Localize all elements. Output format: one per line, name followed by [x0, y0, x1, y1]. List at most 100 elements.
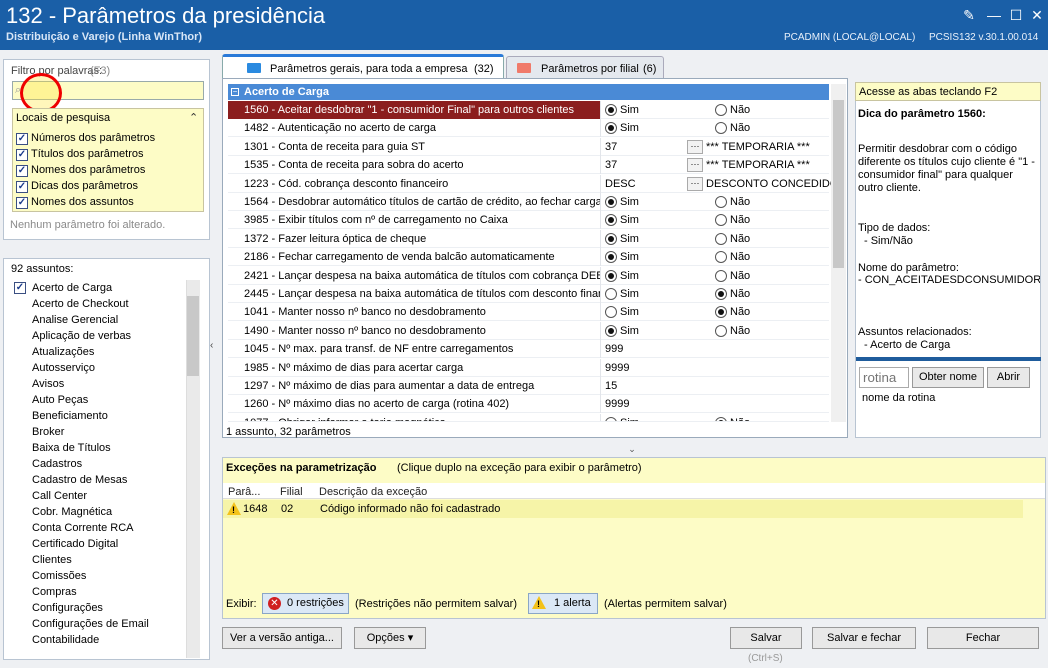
table-row[interactable]: 1564 - Desdobrar automático títulos de c… [228, 193, 829, 211]
radio-no[interactable] [715, 324, 727, 337]
param-value-cell[interactable]: 15 [600, 377, 829, 395]
search-location-checkbox[interactable]: ✓ [16, 165, 28, 177]
list-item[interactable]: Avisos [12, 376, 185, 392]
param-value-cell[interactable]: Sim Não [600, 321, 829, 340]
param-value-cell[interactable]: 37 ··· *** TEMPORARIA *** [600, 156, 829, 175]
param-value-cell[interactable]: 37 ··· *** TEMPORARIA *** [600, 137, 829, 156]
radio-yes[interactable] [605, 288, 617, 300]
table-row[interactable]: 3985 - Exibir títulos com nº de carregam… [228, 211, 829, 230]
list-item[interactable]: Contabilidade [12, 632, 185, 648]
collapse-left-icon[interactable]: ‹ [210, 340, 218, 370]
list-item[interactable]: Clientes [12, 552, 185, 568]
maximize-icon[interactable]: ☐ [1007, 6, 1025, 24]
param-value-cell[interactable]: Sim Não [600, 211, 829, 230]
tab-branch-params[interactable]: Parâmetros por filial (6) [506, 56, 664, 78]
table-row[interactable]: 1648 02 Código informado não foi cadastr… [223, 500, 1023, 518]
param-value-cell[interactable]: Sim Não [600, 248, 829, 267]
param-value-cell[interactable]: Sim Não [600, 229, 829, 248]
list-item[interactable]: Configurações de Email [12, 616, 185, 632]
table-row[interactable]: 1372 - Fazer leitura óptica de cheque Sim… [228, 229, 829, 248]
table-row[interactable]: 1535 - Conta de receita para sobra do ac… [228, 156, 829, 175]
search-location-checkbox[interactable]: ✓ [16, 149, 28, 161]
list-item[interactable]: Cobr. Magnética [12, 504, 185, 520]
list-item[interactable]: Certificado Digital [12, 536, 185, 552]
get-name-button[interactable]: Obter nome [912, 367, 984, 388]
list-item[interactable]: Conta Corrente RCA [12, 520, 185, 536]
subject-checkbox[interactable]: ✓ [14, 282, 26, 294]
rotina-input[interactable] [859, 367, 909, 388]
table-row[interactable]: 1260 - Nº máximo dias no acerto de carga… [228, 395, 829, 414]
param-value-cell[interactable]: 9999 [600, 395, 829, 414]
list-item[interactable]: Beneficiamento [12, 408, 185, 424]
list-item[interactable]: Compras [12, 584, 185, 600]
list-item[interactable]: Baixa de Títulos [12, 440, 185, 456]
list-item[interactable]: ✓ Acerto de Carga [12, 280, 185, 296]
param-value-cell[interactable]: 999 [600, 340, 829, 359]
save-close-button[interactable]: Salvar e fechar [812, 627, 916, 649]
col-filial[interactable]: Filial [280, 486, 303, 498]
param-value-cell[interactable]: Sim Não [600, 413, 829, 421]
list-item[interactable]: Auto Peças [12, 392, 185, 408]
list-item[interactable]: Analise Gerencial [12, 312, 185, 328]
param-value-cell[interactable]: Sim Não [600, 119, 829, 138]
radio-yes[interactable] [605, 416, 617, 421]
table-row[interactable]: 2186 - Fechar carregamento de venda balc… [228, 248, 829, 267]
tab-general-params[interactable]: Parâmetros gerais, para toda a empresa (… [222, 54, 504, 78]
list-item[interactable]: Broker [12, 424, 185, 440]
list-item[interactable]: Configurações [12, 600, 185, 616]
table-row[interactable]: 1560 - Aceitar desdobrar "1 - consumidor… [228, 101, 829, 119]
options-button[interactable]: Opções ▾ [354, 627, 426, 649]
radio-no[interactable] [715, 288, 727, 300]
table-row[interactable]: 1041 - Manter nosso nº banco no desdobra… [228, 303, 829, 322]
radio-yes[interactable] [605, 214, 617, 227]
param-value-cell[interactable]: Sim Não [600, 303, 829, 322]
radio-yes[interactable] [605, 196, 617, 208]
search-location-checkbox[interactable]: ✓ [16, 181, 28, 193]
subjects-scroll-thumb[interactable] [187, 296, 199, 376]
search-location-checkbox[interactable]: ✓ [16, 197, 28, 209]
list-item[interactable]: Comissões [12, 568, 185, 584]
list-item[interactable]: Call Center [12, 488, 185, 504]
grid-group-header[interactable]: Acerto de Carga [228, 84, 829, 100]
radio-yes[interactable] [605, 122, 617, 135]
radio-no[interactable] [715, 416, 727, 421]
table-row[interactable]: 1985 - Nº máximo de dias para acertar ca… [228, 358, 829, 377]
param-value-cell[interactable]: Sim Não [600, 285, 829, 303]
open-button[interactable]: Abrir [987, 367, 1030, 388]
radio-yes[interactable] [605, 324, 617, 337]
save-button[interactable]: Salvar [730, 627, 802, 649]
grid-scroll-thumb[interactable] [833, 100, 844, 268]
list-item[interactable]: Acerto de Checkout [12, 296, 185, 312]
edit-icon[interactable]: ✎ [960, 6, 978, 24]
close-icon[interactable]: ✕ [1028, 6, 1046, 24]
radio-yes[interactable] [605, 232, 617, 245]
param-value-cell[interactable]: Sim Não [600, 101, 829, 119]
param-value-cell[interactable]: DESC ··· DESCONTO CONCEDIDO [600, 174, 838, 193]
radio-yes[interactable] [605, 306, 617, 319]
radio-yes[interactable] [605, 251, 617, 264]
table-row[interactable]: 1077 - Obrigar informar a tarja magnétic… [228, 413, 829, 422]
radio-no[interactable] [715, 104, 727, 116]
radio-no[interactable] [715, 306, 727, 319]
radio-yes[interactable] [605, 104, 617, 116]
radio-no[interactable] [715, 196, 727, 208]
radio-no[interactable] [715, 232, 727, 245]
group-collapse-icon[interactable]: − [231, 88, 239, 96]
table-row[interactable]: 1297 - Nº máximo de dias para aumentar a… [228, 377, 829, 395]
table-row[interactable]: 2445 - Lançar despesa na baixa automátic… [228, 285, 829, 303]
radio-no[interactable] [715, 251, 727, 264]
table-row[interactable]: 2421 - Lançar despesa na baixa automátic… [228, 266, 829, 285]
list-item[interactable]: Cadastro de Mesas [12, 472, 185, 488]
lookup-button[interactable]: ··· [687, 158, 703, 173]
table-row[interactable]: 1045 - Nº max. para transf. de NF entre … [228, 340, 829, 359]
lookup-button[interactable]: ··· [687, 176, 703, 191]
list-item[interactable]: Autosserviço [12, 360, 185, 376]
table-row[interactable]: 1301 - Conta de receita para guia ST 37 ··… [228, 137, 829, 156]
param-value-cell[interactable]: 9999 [600, 358, 829, 377]
radio-no[interactable] [715, 214, 727, 227]
old-version-button[interactable]: Ver a versão antiga... [222, 627, 342, 649]
list-item[interactable]: Aplicação de verbas [12, 328, 185, 344]
table-row[interactable]: 1490 - Manter nosso nº banco no desdobra… [228, 321, 829, 340]
list-item[interactable]: Atualizações [12, 344, 185, 360]
list-item[interactable]: Cadastros [12, 456, 185, 472]
